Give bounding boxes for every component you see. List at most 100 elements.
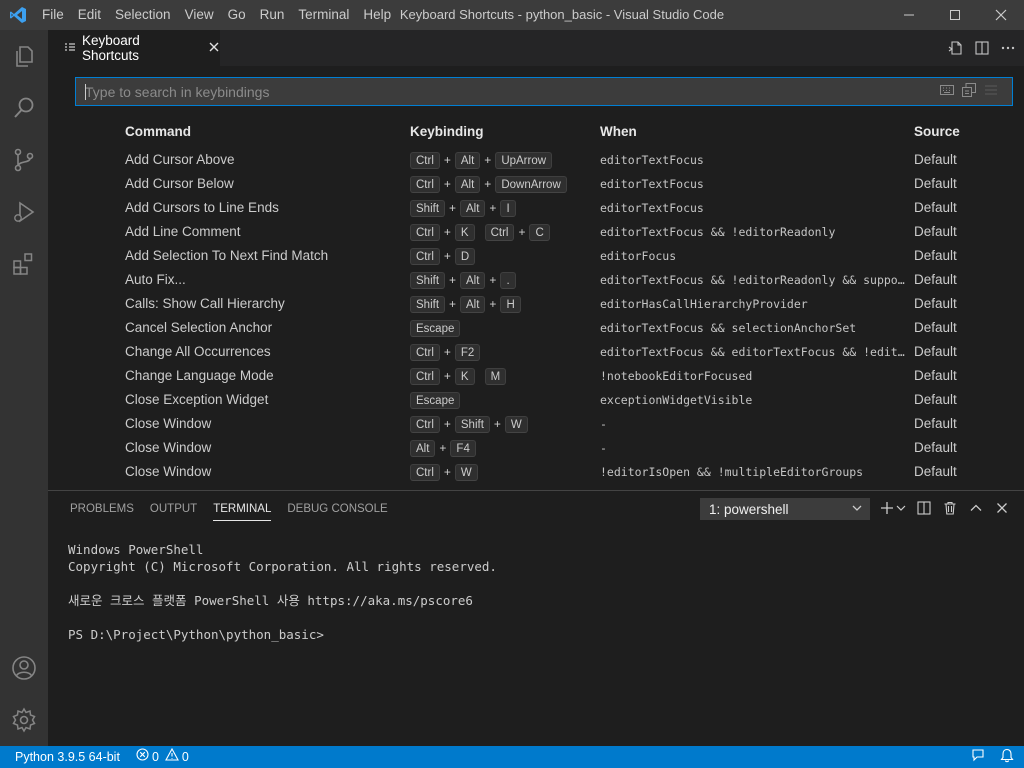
menu-run[interactable]: Run [253, 0, 292, 30]
tab-debug-console[interactable]: DEBUG CONSOLE [287, 491, 387, 527]
split-editor-icon[interactable] [974, 40, 990, 56]
terminal-line: Copyright (C) Microsoft Corporation. All… [68, 559, 497, 574]
table-row[interactable]: Close Window Alt + F4 - Default [75, 436, 1015, 460]
tab-keyboard-shortcuts[interactable]: Keyboard Shortcuts [48, 30, 220, 66]
source-cell: Default [914, 416, 957, 431]
key-plus-separator: + [489, 201, 497, 215]
warning-icon [164, 746, 179, 768]
key-label: Ctrl [410, 343, 440, 361]
new-terminal-icon[interactable] [878, 499, 895, 517]
sort-by-precedence-icon[interactable] [962, 83, 976, 100]
menu-file[interactable]: File [35, 0, 71, 30]
terminal-line: 새로운 크로스 플랫폼 PowerShell 사용 https://aka.ms… [68, 593, 473, 608]
menu-selection[interactable]: Selection [108, 0, 178, 30]
tab-terminal[interactable]: TERMINAL [213, 491, 272, 527]
close-window-icon[interactable] [978, 0, 1024, 30]
key-plus-separator: + [443, 153, 451, 167]
python-interpreter-status[interactable]: Python 3.9.5 64-bit [0, 746, 128, 768]
table-row[interactable]: Close Exception Widget Escape exceptionWid… [75, 388, 1015, 412]
kill-terminal-trash-icon[interactable] [941, 499, 958, 517]
close-panel-icon[interactable] [993, 499, 1010, 517]
key-label: Alt [410, 439, 436, 457]
maximize-icon[interactable] [932, 0, 978, 30]
key-label: W [454, 463, 478, 481]
record-keys-icon[interactable] [940, 84, 954, 99]
header-when[interactable]: When [600, 120, 905, 144]
table-row[interactable]: Close Window Ctrl + Shift + W - Default [75, 412, 1015, 436]
clear-search-icon[interactable] [984, 84, 998, 99]
problems-status[interactable]: 0 0 [128, 746, 197, 768]
key-plus-separator: + [443, 177, 451, 191]
key-label: Alt [454, 175, 481, 193]
header-keybinding[interactable]: Keybinding [410, 120, 484, 144]
table-row[interactable]: Change All Occurrences Ctrl + F2 editorTextF… [75, 340, 1015, 364]
source-control-icon[interactable] [0, 134, 48, 186]
search-icon[interactable] [0, 82, 48, 134]
key-label: Alt [460, 199, 486, 217]
more-actions-icon[interactable] [1000, 40, 1016, 56]
split-terminal-icon[interactable] [915, 499, 932, 517]
extensions-icon[interactable] [0, 238, 48, 290]
key-label: H [500, 295, 521, 313]
terminal-select-value: 1: powershell [709, 501, 789, 517]
key-label: Ctrl [410, 175, 440, 193]
open-json-icon[interactable] [948, 40, 964, 56]
terminal-output[interactable]: Windows PowerShell Copyright (C) Microso… [68, 541, 497, 643]
table-row[interactable]: Add Selection To Next Find Match Ctrl + Ded… [75, 244, 1015, 268]
when-cell: editorTextFocus && !editorReadonly [600, 225, 836, 239]
terminal-select-dropdown[interactable]: 1: powershell [700, 498, 870, 520]
menu-go[interactable]: Go [221, 0, 253, 30]
maximize-panel-chevron-up-icon[interactable] [967, 499, 984, 517]
explorer-icon[interactable] [0, 30, 48, 82]
key-label: Ctrl [410, 415, 440, 433]
table-row[interactable]: Calls: Show Call Hierarchy Shift + Alt + Hedi… [75, 292, 1015, 316]
key-label: W [504, 415, 528, 433]
notifications-bell-icon[interactable] [1000, 748, 1014, 766]
menu-view[interactable]: View [178, 0, 221, 30]
minimize-icon[interactable] [886, 0, 932, 30]
key-label: F2 [454, 343, 481, 361]
keybinding-cell: Shift + Alt + H [410, 292, 521, 316]
table-row[interactable]: Cancel Selection Anchor Escape editorTextF… [75, 316, 1015, 340]
key-label: . [500, 271, 516, 289]
when-cell: - [600, 441, 607, 455]
table-row[interactable]: Add Line Comment Ctrl + K Ctrl + CeditorTextFo… [75, 220, 1015, 244]
source-cell: Default [914, 440, 957, 455]
close-tab-icon[interactable] [208, 41, 220, 56]
key-label: Ctrl [410, 367, 440, 385]
tab-output[interactable]: OUTPUT [150, 491, 197, 527]
error-count: 0 [151, 750, 159, 764]
keybinding-cell: Ctrl + W [410, 460, 478, 484]
key-plus-separator: + [449, 273, 457, 287]
header-command[interactable]: Command [125, 120, 191, 144]
table-row[interactable]: Add Cursor Below Ctrl + Alt + DownArrow editor… [75, 172, 1015, 196]
menu-edit[interactable]: Edit [71, 0, 108, 30]
when-cell: editorFocus [600, 249, 677, 263]
key-plus-separator: + [493, 417, 501, 431]
text-cursor [85, 84, 86, 100]
key-label: Alt [454, 151, 481, 169]
key-plus-separator: + [484, 153, 492, 167]
key-label: Alt [460, 271, 486, 289]
manage-gear-icon[interactable] [0, 694, 48, 746]
feedback-icon[interactable] [971, 748, 986, 766]
accounts-icon[interactable] [0, 642, 48, 694]
keybindings-search-input[interactable] [76, 78, 940, 105]
error-icon [136, 746, 149, 768]
header-source[interactable]: Source [914, 120, 960, 144]
source-cell: Default [914, 200, 957, 215]
table-row[interactable]: Close Window Ctrl + W !editorIsOpen && !mult… [75, 460, 1015, 484]
key-label: Escape [410, 319, 461, 337]
table-row[interactable]: Change Language Mode Ctrl + K M !notebookEdit… [75, 364, 1015, 388]
menu-terminal[interactable]: Terminal [291, 0, 356, 30]
table-row[interactable]: Auto Fix... Shift + Alt +. editorTextFocus &&… [75, 268, 1015, 292]
tab-problems[interactable]: PROBLEMS [70, 491, 134, 527]
panel-actions [878, 499, 1010, 517]
key-plus-separator: + [439, 441, 447, 455]
table-row[interactable]: Add Cursor Above Ctrl + Alt + UpArrow editorTe… [75, 148, 1015, 172]
tab-label: Keyboard Shortcuts [82, 33, 140, 63]
table-row[interactable]: Add Cursors to Line Ends Shift + Alt + Iedito… [75, 196, 1015, 220]
launch-profile-chevron-icon[interactable] [896, 499, 906, 517]
run-debug-icon[interactable] [0, 186, 48, 238]
menu-help[interactable]: Help [356, 0, 398, 30]
